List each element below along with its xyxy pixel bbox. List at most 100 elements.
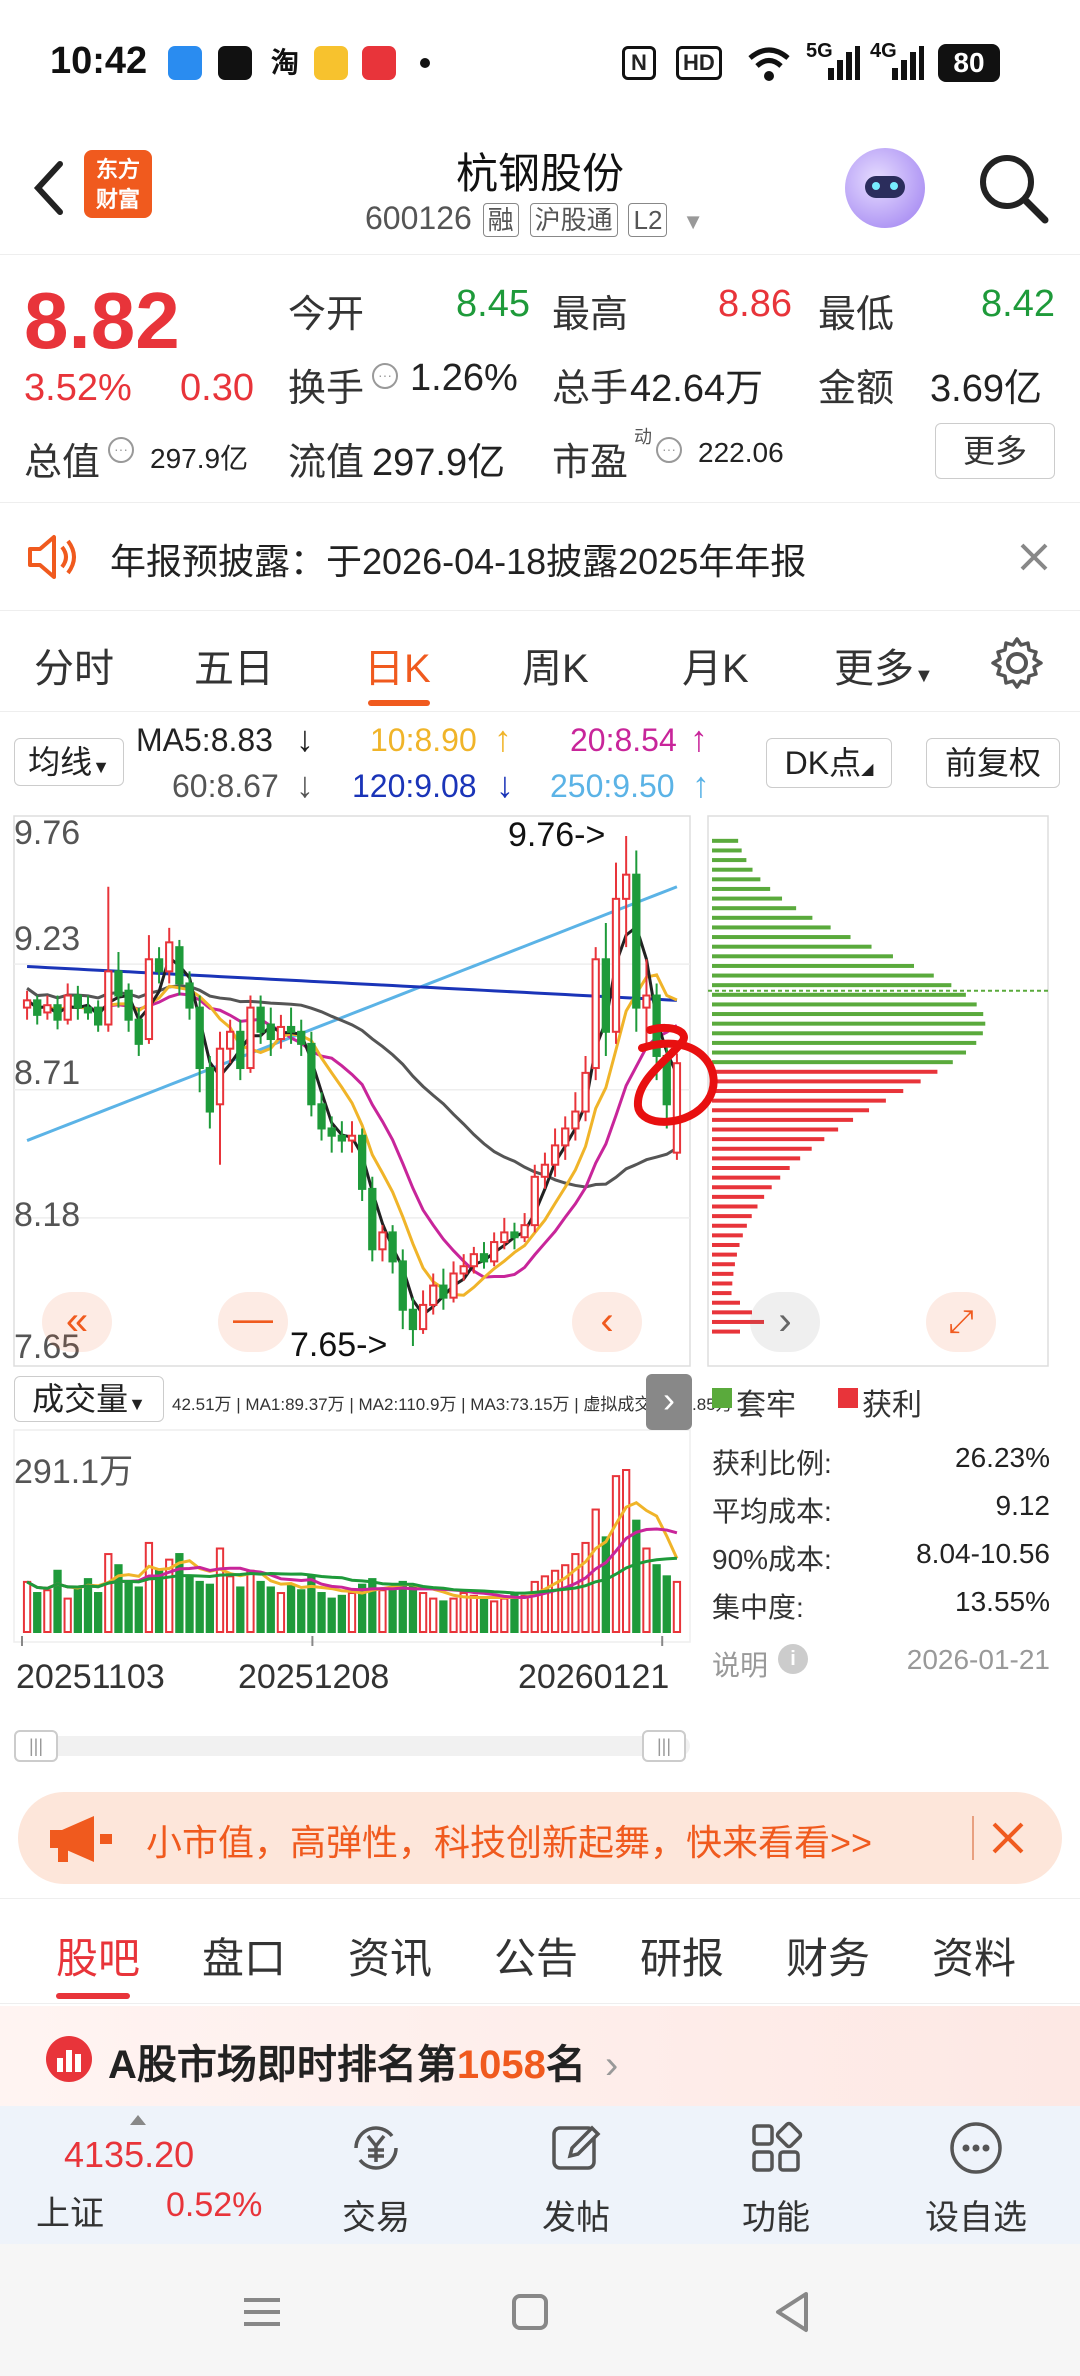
kline-chart[interactable] bbox=[0, 810, 1080, 1770]
avg-cost-label: 平均成本: bbox=[712, 1496, 832, 1527]
tab-weekly-k[interactable]: 周K bbox=[522, 636, 589, 694]
chip-bar bbox=[712, 983, 952, 988]
candle-body bbox=[94, 1006, 103, 1026]
y-tick-label: 9.76 bbox=[14, 814, 81, 852]
volume-bar bbox=[490, 1600, 499, 1634]
tab-orderbook[interactable]: 盘口 bbox=[202, 1925, 286, 1986]
chip-bar bbox=[712, 925, 831, 930]
volume-bar bbox=[672, 1580, 682, 1634]
index-value[interactable]: 4135.20 bbox=[64, 2134, 194, 2176]
tab-monthly-k[interactable]: 月K bbox=[682, 636, 749, 694]
scroll-handle-left[interactable]: ||| bbox=[14, 1730, 58, 1762]
chart-scrollbar[interactable] bbox=[14, 1736, 690, 1756]
stock-code-row[interactable]: 600126 融 沪股通 L2 ▼ bbox=[365, 200, 704, 237]
tab-intraday[interactable]: 分时 bbox=[34, 636, 114, 694]
adjust-button[interactable]: 前复权 bbox=[926, 738, 1060, 788]
speaker-icon bbox=[28, 535, 76, 579]
candle-body bbox=[439, 1284, 448, 1299]
chip-bar bbox=[712, 915, 813, 920]
info-dots-icon[interactable]: ··· bbox=[108, 437, 134, 463]
more-circle-icon bbox=[950, 2122, 1002, 2174]
more-button[interactable]: 更多 bbox=[935, 423, 1055, 479]
home-icon[interactable] bbox=[510, 2292, 550, 2332]
expand-right-icon[interactable]: › bbox=[646, 1374, 692, 1430]
candle-body bbox=[195, 1006, 204, 1070]
close-icon[interactable] bbox=[1018, 541, 1050, 573]
candle-body bbox=[611, 897, 621, 1033]
caret-up-icon bbox=[130, 2112, 146, 2125]
functions-button[interactable]: 功能 bbox=[696, 2106, 856, 2244]
info-dots-icon[interactable]: ··· bbox=[372, 363, 398, 389]
mktcap-label: 总值 bbox=[24, 442, 101, 484]
volume-bar bbox=[307, 1575, 316, 1633]
chip-bar bbox=[712, 867, 753, 872]
tab-profile[interactable]: 资料 bbox=[932, 1925, 1016, 1986]
candle-body bbox=[358, 1134, 367, 1190]
add-watchlist-button[interactable]: 设自选 bbox=[896, 2106, 1056, 2244]
index-name[interactable]: 上证 bbox=[36, 2186, 104, 2235]
step-right-icon[interactable]: › bbox=[750, 1292, 820, 1352]
tab-announcements[interactable]: 公告 bbox=[494, 1925, 578, 1986]
tab-research[interactable]: 研报 bbox=[640, 1925, 724, 1986]
volume-bar bbox=[297, 1589, 306, 1634]
volume-selector[interactable]: 成交量▼ bbox=[14, 1376, 164, 1422]
app-icon bbox=[314, 46, 348, 80]
assistant-avatar[interactable] bbox=[845, 148, 925, 228]
tab-more[interactable]: 更多▼ bbox=[834, 636, 934, 694]
chip-bar bbox=[712, 886, 771, 891]
volume-max-label: 291.1万 bbox=[14, 1453, 134, 1491]
settings-gear-icon[interactable] bbox=[990, 636, 1044, 690]
volume-bar bbox=[540, 1575, 550, 1633]
chip-bar bbox=[712, 1242, 740, 1247]
close-icon[interactable] bbox=[990, 1820, 1026, 1856]
index-change[interactable]: 0.52% bbox=[166, 2186, 262, 2225]
zoom-out-icon[interactable]: — bbox=[218, 1292, 288, 1352]
high-value: 8.86 bbox=[718, 283, 792, 325]
candle-body bbox=[561, 1127, 570, 1147]
tab-financials[interactable]: 财务 bbox=[786, 1925, 870, 1986]
scroll-left-double-icon[interactable]: « bbox=[42, 1292, 112, 1352]
y-tick-label: 9.23 bbox=[14, 920, 81, 958]
tab-daily-k[interactable]: 日K bbox=[364, 636, 431, 694]
open-label: 今开 bbox=[288, 294, 365, 336]
chip-bar bbox=[712, 896, 783, 901]
scroll-handle-right[interactable]: ||| bbox=[642, 1730, 686, 1762]
volume-bar bbox=[236, 1586, 245, 1634]
rank-prefix: A股市场即时排名第 bbox=[108, 2043, 457, 2087]
concentration-value: 13.55% bbox=[955, 1586, 1050, 1617]
search-icon[interactable] bbox=[975, 150, 1051, 226]
taobao-icon: 淘 bbox=[268, 46, 302, 80]
tab-forum[interactable]: 股吧 bbox=[56, 1925, 140, 1986]
market-rank-bar[interactable]: A股市场即时排名第1058名 › bbox=[0, 2006, 1080, 2106]
volume-bar bbox=[662, 1575, 671, 1633]
notice-bar[interactable]: 年报预披露：于2026-04-18披露2025年年报 bbox=[0, 503, 1080, 611]
tab-5day[interactable]: 五日 bbox=[194, 636, 274, 694]
ma-selector[interactable]: 均线▼ bbox=[14, 738, 124, 786]
chip-bar bbox=[712, 1031, 983, 1036]
back-nav-icon[interactable] bbox=[772, 2290, 812, 2334]
volume-bar bbox=[378, 1589, 387, 1634]
chip-bar bbox=[712, 973, 934, 978]
fullscreen-icon[interactable]: ⤢ bbox=[926, 1292, 996, 1352]
x-tick-label: 20260121 bbox=[518, 1658, 670, 1696]
candle-body bbox=[550, 1144, 560, 1166]
info-icon[interactable]: i bbox=[778, 1644, 808, 1674]
volume-bar bbox=[53, 1569, 62, 1633]
grid-apps-icon bbox=[752, 2121, 803, 2172]
candle-body bbox=[368, 1187, 377, 1251]
high-marker: 9.76-> bbox=[508, 816, 606, 854]
info-dots-icon[interactable]: ··· bbox=[656, 437, 682, 463]
volume-bar bbox=[104, 1553, 113, 1633]
tab-news[interactable]: 资讯 bbox=[348, 1925, 432, 1986]
trade-button[interactable]: 交易 bbox=[296, 2106, 456, 2244]
chevron-down-icon: ▼ bbox=[128, 1394, 146, 1414]
menu-icon[interactable] bbox=[240, 2294, 284, 2330]
cost90-label: 90%成本: bbox=[712, 1544, 832, 1575]
post-button[interactable]: 发帖 bbox=[496, 2106, 656, 2244]
chip-note-label[interactable]: 说明 bbox=[712, 1644, 768, 1684]
volume-bar bbox=[195, 1580, 204, 1634]
chip-bar bbox=[712, 1310, 752, 1315]
step-left-icon[interactable]: ‹ bbox=[572, 1292, 642, 1352]
promo-banner[interactable]: 小市值，高弹性，科技创新起舞，快来看看>> bbox=[18, 1792, 1062, 1884]
dk-point-button[interactable]: DK点◢ bbox=[766, 738, 892, 788]
